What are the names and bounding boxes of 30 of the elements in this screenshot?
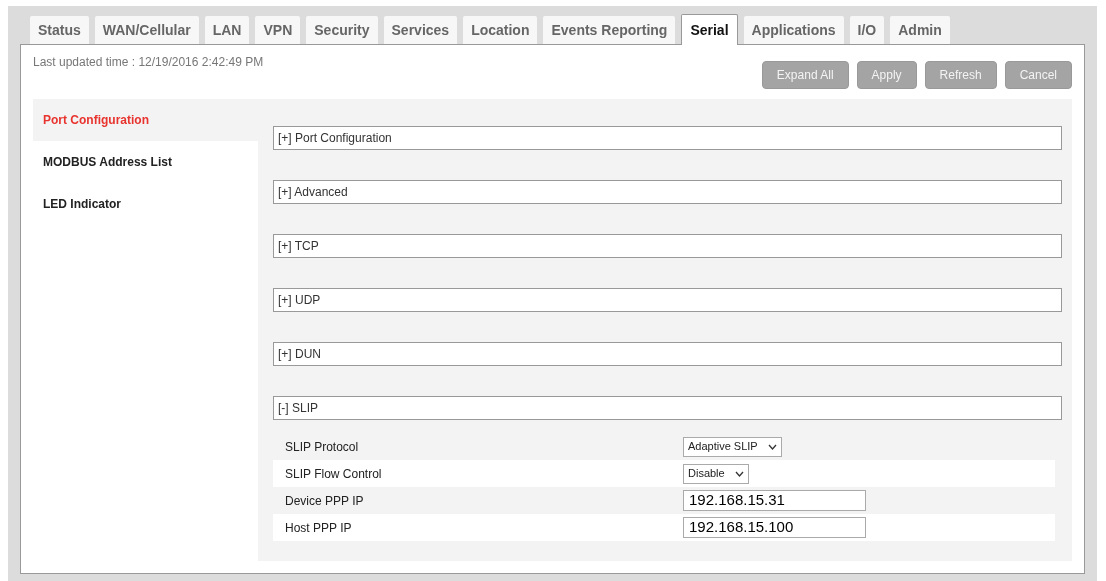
section-header[interactable]: [+] Advanced <box>273 180 1062 204</box>
field-label: Host PPP IP <box>285 519 353 537</box>
chevron-down-icon <box>734 470 744 477</box>
section-header[interactable]: [+] Port Configuration <box>273 126 1062 150</box>
nav-tab[interactable]: Location <box>463 16 538 44</box>
nav-tab[interactable]: I/O <box>849 16 885 44</box>
section-header[interactable]: [-] SLIP <box>273 396 1062 420</box>
field-label: Device PPP IP <box>285 492 365 510</box>
field-label: SLIP Protocol <box>285 438 360 456</box>
nav-tab[interactable]: Security <box>306 16 378 44</box>
sidebar-item[interactable]: Port Configuration <box>33 99 258 141</box>
input-field[interactable]: 192.168.15.100 <box>683 517 866 538</box>
section-header[interactable]: [+] UDP <box>273 288 1062 312</box>
nav-tab[interactable]: LAN <box>204 16 250 44</box>
section-header[interactable]: [+] DUN <box>273 342 1062 366</box>
nav-tab[interactable]: Admin <box>890 16 950 44</box>
input-field[interactable]: 192.168.15.31 <box>683 490 866 511</box>
nav-tab[interactable]: Services <box>383 16 458 44</box>
chevron-down-icon <box>767 443 777 450</box>
dropdown[interactable]: Adaptive SLIP <box>683 436 782 457</box>
dropdown[interactable]: Disable <box>683 463 749 484</box>
nav-tab[interactable]: VPN <box>255 16 301 44</box>
nav-tab[interactable]: Applications <box>743 16 844 44</box>
nav-tab[interactable]: WAN/Cellular <box>94 16 199 44</box>
nav-tab[interactable]: Status <box>30 16 89 44</box>
section-header[interactable]: [+] TCP <box>273 234 1062 258</box>
last-updated-time: Last updated time : 12/19/2016 2:42:49 PM <box>33 54 264 71</box>
nav-tab[interactable]: Events Reporting <box>543 16 676 44</box>
nav-tab[interactable]: Serial <box>681 14 738 45</box>
field-label: SLIP Flow Control <box>285 465 383 483</box>
